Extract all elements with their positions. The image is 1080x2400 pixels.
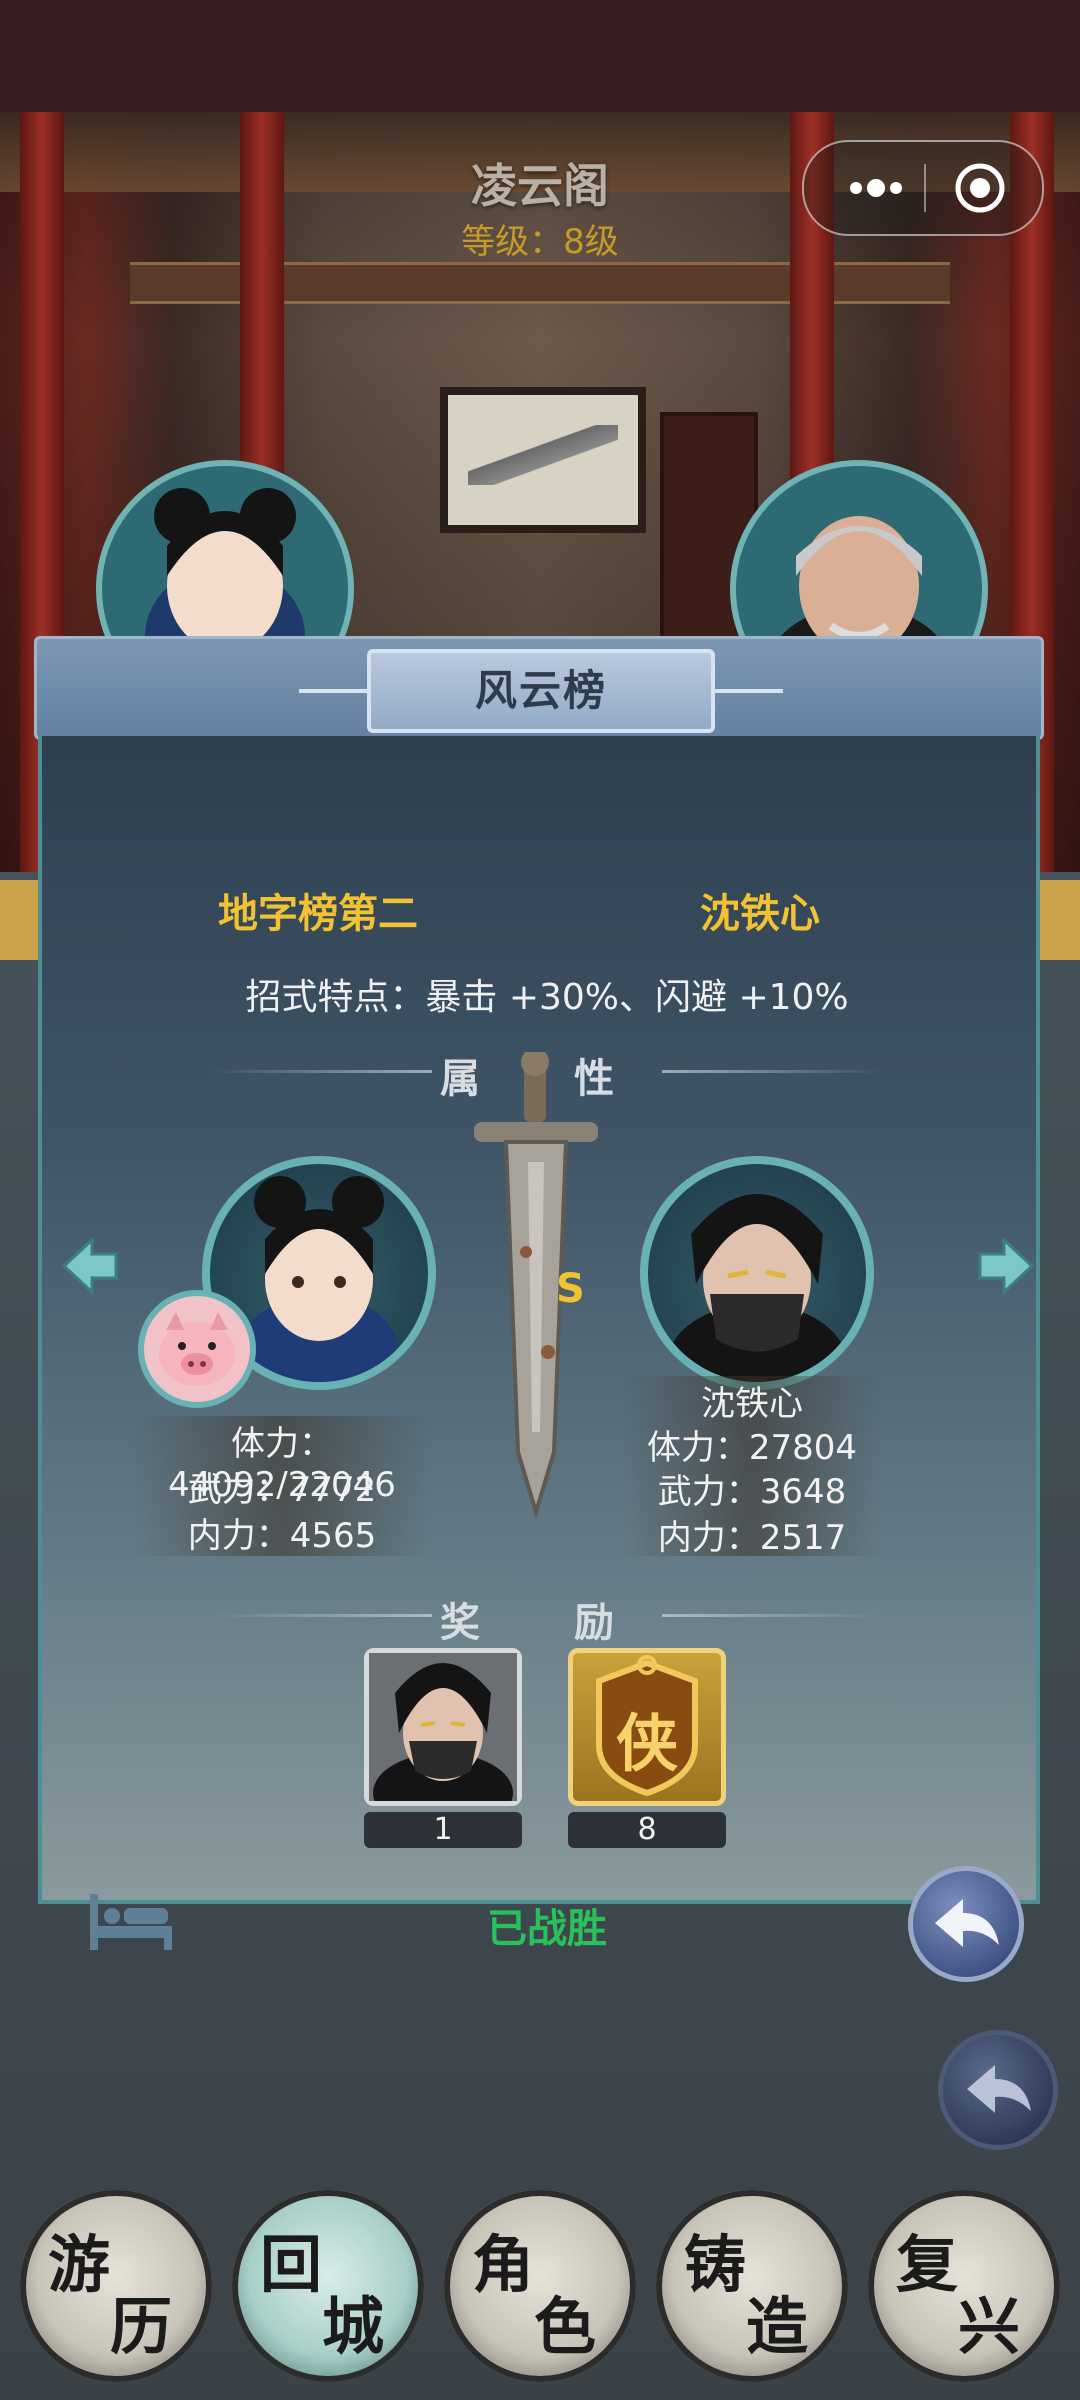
nav-char: 历 (110, 2290, 173, 2363)
landscape-painting (440, 387, 646, 533)
target-circle-icon[interactable] (954, 162, 1006, 214)
dialog-body: 地字榜第二 沈铁心 招式特点：暴击 +30%、闪避 +10% 属 性 S 体力：… (38, 736, 1040, 1982)
nav-button-character[interactable]: 角 色 (444, 2190, 636, 2382)
pig-pet-icon (138, 1290, 256, 1408)
dialog-title: 风云榜 (367, 649, 715, 733)
nav-button-revive[interactable]: 复 兴 (868, 2190, 1060, 2382)
opponent-name: 沈铁心 (701, 1384, 803, 1424)
opponent-hp: 体力：27804 (646, 1428, 858, 1468)
dialog-header: 风云榜 (34, 636, 1044, 740)
ranking-dialog: 风云榜 地字榜第二 沈铁心 招式特点：暴击 +30%、闪避 +10% 属 性 S… (34, 636, 1044, 1982)
move-features: 招式特点：暴击 +30%、闪避 +10% (245, 977, 849, 1018)
rank-label: 地字榜第二 (218, 891, 418, 937)
reward-item[interactable] (364, 1648, 522, 1833)
nav-char: 兴 (958, 2290, 1021, 2363)
return-button[interactable] (938, 2030, 1058, 2150)
nav-button-return-city[interactable]: 回 城 (232, 2190, 424, 2382)
reward-item[interactable]: 侠 (568, 1648, 726, 1806)
nav-button-travel[interactable]: 游 历 (20, 2190, 212, 2382)
return-arrow-icon (935, 1899, 999, 1947)
nav-char: 铸 (684, 2228, 747, 2301)
player-atk: 武力：7772 (187, 1470, 377, 1510)
xia-glyph: 侠 (615, 1707, 678, 1780)
opponent-atk: 武力：3648 (657, 1472, 847, 1512)
miniprogram-capsule (802, 140, 1044, 236)
nav-char: 色 (534, 2290, 597, 2363)
opponent-name-title: 沈铁心 (700, 891, 820, 937)
player-stats: 体力：44092/22046 武力：7772 内力：4565 (132, 1416, 432, 1556)
masked-swordsman-portrait-icon (369, 1653, 517, 1833)
nav-char: 造 (746, 2290, 809, 2363)
grade-label: S (556, 1266, 585, 1312)
status-bar (0, 0, 1080, 112)
nav-char: 角 (472, 2228, 535, 2301)
battle-status: 已战胜 (487, 1906, 607, 1952)
nav-char: 回 (260, 2228, 323, 2301)
sword-icon (466, 1048, 606, 1522)
reward-count: 8 (568, 1812, 726, 1848)
opponent-inner: 内力：2517 (657, 1518, 847, 1558)
opponent-stats: 沈铁心 体力：27804 武力：3648 内力：2517 (622, 1376, 882, 1558)
nav-char: 复 (896, 2228, 959, 2301)
reward-count: 1 (364, 1812, 522, 1848)
return-arrow-icon (967, 2065, 1031, 2113)
back-button[interactable] (908, 1866, 1024, 1982)
nav-char: 游 (48, 2228, 111, 2301)
nav-button-forge[interactable]: 铸 造 (656, 2190, 848, 2382)
more-dots-icon[interactable] (834, 162, 934, 214)
opponent-avatar (640, 1156, 874, 1390)
player-inner: 内力：4565 (187, 1516, 377, 1556)
nav-char: 城 (322, 2290, 385, 2363)
rewards-heading: 奖 励 (440, 1600, 654, 1646)
